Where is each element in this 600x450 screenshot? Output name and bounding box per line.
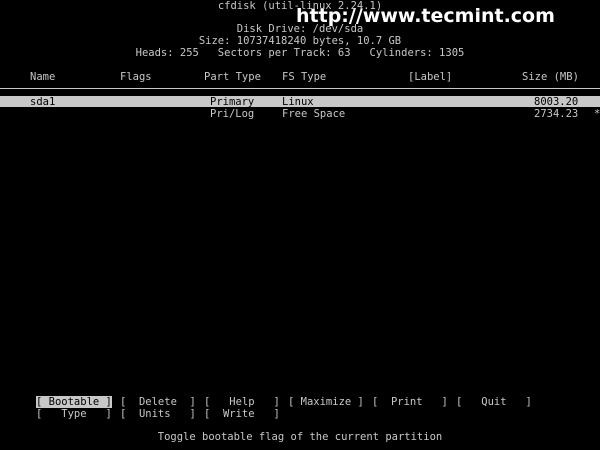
partition-part-type: Primary xyxy=(210,96,255,108)
status-message: Toggle bootable flag of the current part… xyxy=(157,431,443,443)
help-button[interactable]: [ Help ] xyxy=(204,396,280,408)
partition-fs-type: Free Space xyxy=(282,108,346,120)
col-label-header: [Label] xyxy=(408,71,453,83)
delete-button[interactable]: [ Delete ] xyxy=(120,396,196,408)
type-button[interactable]: [ Type ] xyxy=(36,408,112,420)
col-fs-type-header: FS Type xyxy=(282,71,327,83)
write-button[interactable]: [ Write ] xyxy=(204,408,280,420)
col-part-type-header: Part Type xyxy=(204,71,261,83)
header-divider xyxy=(0,88,600,89)
col-name-header: Name xyxy=(30,71,56,83)
partition-size: 8003.20 xyxy=(534,96,579,108)
col-flags-header: Flags xyxy=(120,71,152,83)
watermark-text: http://www.tecmint.com xyxy=(296,5,555,27)
partition-part-type: Pri/Log xyxy=(210,108,255,120)
print-button[interactable]: [ Print ] xyxy=(372,396,448,408)
bootable-button[interactable]: [ Bootable ] xyxy=(36,396,112,408)
maximize-button[interactable]: [ Maximize ] xyxy=(288,396,364,408)
free-space-marker: * xyxy=(594,108,600,120)
partition-size: 2734.23 xyxy=(534,108,579,120)
partition-name: sda1 xyxy=(30,96,56,108)
quit-button[interactable]: [ Quit ] xyxy=(456,396,532,408)
table-row[interactable]: Pri/Log Free Space 2734.23 * xyxy=(0,108,600,120)
partition-fs-type: Linux xyxy=(282,96,314,108)
units-button[interactable]: [ Units ] xyxy=(120,408,196,420)
col-size-header: Size (MB) xyxy=(522,71,579,83)
table-row[interactable]: sda1 Primary Linux 8003.20 xyxy=(0,96,600,108)
disk-size-info: Size: 10737418240 bytes, 10.7 GB xyxy=(198,35,402,47)
disk-geometry-info: Heads: 255 Sectors per Track: 63 Cylinde… xyxy=(135,47,465,59)
